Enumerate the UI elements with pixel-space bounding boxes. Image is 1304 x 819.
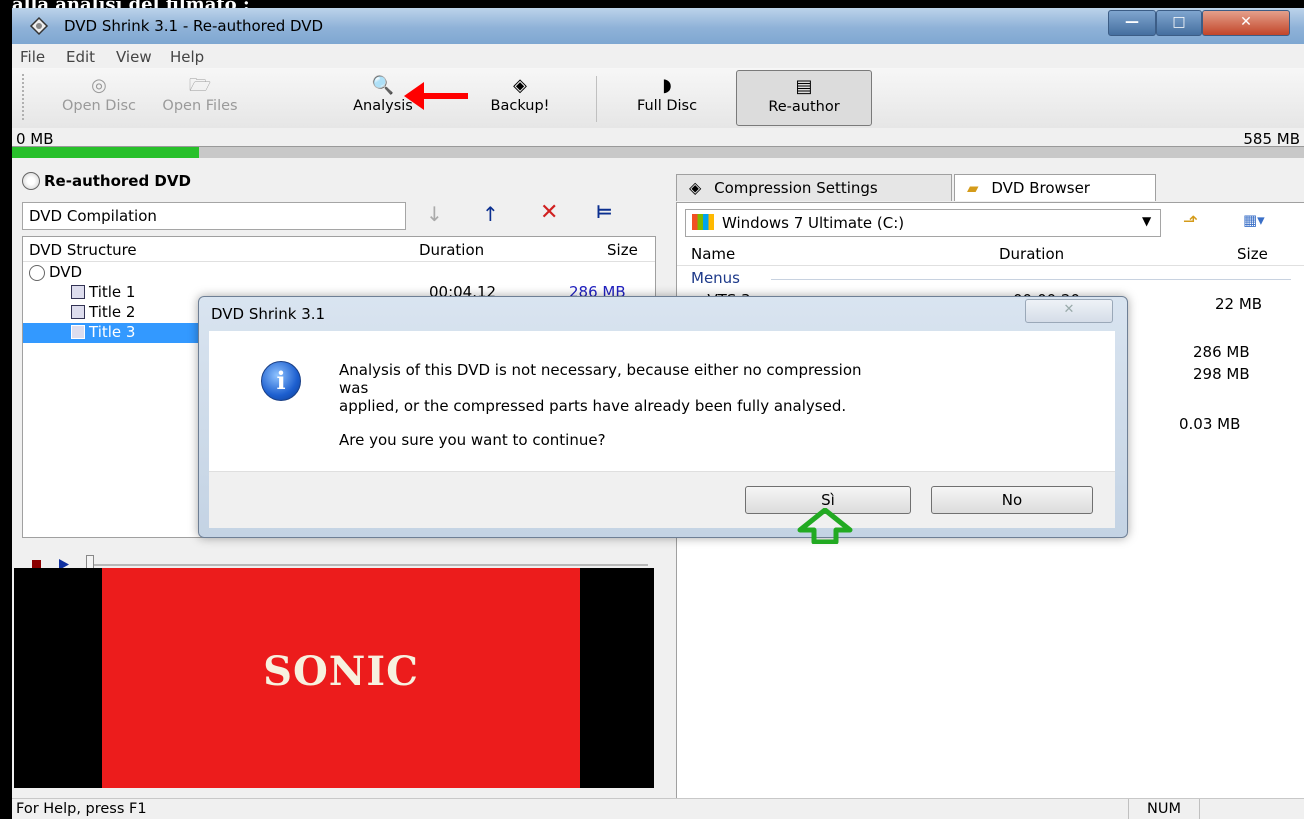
green-arrow-annotation	[797, 508, 853, 544]
menu-view[interactable]: View	[116, 48, 152, 66]
status-num: NUM	[1128, 799, 1200, 819]
minimize-button[interactable]: —	[1108, 10, 1156, 36]
disc-icon: ◎	[91, 75, 107, 96]
col-browser-duration[interactable]: Duration	[999, 245, 1064, 263]
tab-compression-label: Compression Settings	[714, 179, 878, 197]
maximize-button[interactable]: □	[1156, 10, 1202, 36]
title-icon	[71, 285, 85, 299]
open-files-label: Open Files	[162, 98, 238, 114]
seek-track[interactable]	[88, 564, 648, 566]
info-icon: i	[261, 361, 301, 401]
col-name[interactable]: Name	[691, 245, 735, 263]
section-title: Re-authored DVD	[44, 172, 191, 190]
dialog-close-button[interactable]: ✕	[1025, 299, 1113, 323]
dialog-title: DVD Shrink 3.1	[211, 305, 326, 323]
preview-text: SONIC	[263, 648, 419, 695]
title-1-name: Title 1	[89, 283, 136, 301]
dialog-question: Are you sure you want to continue?	[339, 431, 606, 449]
tree-root-label: DVD	[49, 263, 83, 281]
folder-icon: ▰	[967, 179, 979, 197]
compression-icon: ◈	[689, 178, 702, 197]
compilation-name-value: DVD Compilation	[29, 207, 157, 225]
title-icon	[71, 305, 85, 319]
title-2-name: Title 2	[89, 303, 136, 321]
drive-icon	[692, 214, 714, 230]
toolbar-grip	[22, 74, 26, 120]
tab-dvd-browser-label: DVD Browser	[991, 179, 1090, 197]
re-author-icon: ▤	[795, 76, 813, 97]
col-size[interactable]: Size	[607, 241, 638, 259]
preview-frame: SONIC	[102, 568, 580, 788]
dialog-message-line3: applied, or the compressed parts have al…	[339, 397, 847, 415]
move-down-icon[interactable]: ↓	[426, 202, 443, 226]
disc-size-progress	[12, 146, 1304, 158]
shrink-icon: ◈	[513, 75, 527, 96]
re-author-label: Re-author	[768, 99, 840, 115]
tab-compression-settings[interactable]: ◈ Compression Settings	[676, 174, 952, 201]
compact-icon[interactable]: ⊨	[596, 202, 612, 223]
delete-icon[interactable]: ✕	[540, 200, 558, 225]
no-button[interactable]: No	[931, 486, 1093, 514]
folder-icon: 🗁	[188, 75, 212, 96]
dialog-message-line2: was	[339, 379, 369, 397]
up-folder-icon[interactable]: ⬏	[1183, 211, 1198, 232]
dvd-icon	[22, 172, 40, 190]
size-value-1: 22 MB	[1215, 295, 1263, 313]
dvd-root-icon	[29, 265, 45, 281]
col-browser-size[interactable]: Size	[1237, 245, 1268, 263]
status-bar: For Help, press F1 NUM	[12, 798, 1304, 819]
title-bar: DVD Shrink 3.1 - Re-authored DVD — □ ✕	[12, 8, 1304, 44]
toolbar-separator	[596, 76, 597, 122]
tree-root[interactable]: DVD	[23, 263, 655, 283]
title-3-name: Title 3	[89, 323, 136, 341]
group-divider	[771, 279, 1291, 280]
drive-select[interactable]: Windows 7 Ultimate (C:) ▼	[685, 209, 1161, 237]
open-disc-button[interactable]: ◎ Open Disc	[52, 68, 146, 126]
browser-list-header: Name Duration Size	[677, 241, 1304, 266]
dialog-footer: Sì No	[209, 471, 1115, 528]
title-icon	[71, 325, 85, 339]
re-author-button[interactable]: ▤ Re-author	[736, 70, 872, 126]
chevron-down-icon: ▼	[1142, 214, 1152, 228]
app-icon	[29, 16, 49, 36]
window-title: DVD Shrink 3.1 - Re-authored DVD	[64, 17, 324, 35]
size-value-4: 0.03 MB	[1179, 415, 1241, 433]
open-files-button[interactable]: 🗁 Open Files	[150, 68, 250, 126]
toolbar: ◎ Open Disc 🗁 Open Files 🔍 Analysis ◈ Ba…	[12, 68, 1304, 128]
menu-help[interactable]: Help	[170, 48, 204, 66]
col-duration[interactable]: Duration	[419, 241, 484, 259]
full-disc-icon: ◗	[662, 75, 672, 96]
group-menus-label: Menus	[691, 269, 740, 287]
backup-button[interactable]: ◈ Backup!	[472, 68, 568, 126]
red-arrow-annotation	[404, 82, 468, 110]
size-value-3: 298 MB	[1193, 365, 1250, 383]
list-header: DVD Structure Duration Size	[23, 237, 655, 262]
compilation-name-input[interactable]: DVD Compilation	[22, 202, 406, 230]
menu-file[interactable]: File	[20, 48, 45, 66]
dialog-body: i Analysis of this DVD is not necessary,…	[209, 331, 1115, 471]
tab-dvd-browser[interactable]: ▰ DVD Browser	[954, 174, 1156, 201]
group-menus: Menus	[691, 269, 1291, 287]
full-disc-label: Full Disc	[636, 98, 698, 114]
menu-bar: File Edit View Help	[12, 44, 1304, 68]
move-up-icon[interactable]: ↑	[482, 202, 499, 226]
close-button[interactable]: ✕	[1202, 10, 1290, 36]
drive-value: Windows 7 Ultimate (C:)	[722, 214, 905, 232]
full-disc-button[interactable]: ◗ Full Disc	[612, 68, 722, 126]
menu-edit[interactable]: Edit	[66, 48, 95, 66]
col-dvd-structure[interactable]: DVD Structure	[29, 241, 137, 259]
view-options-icon[interactable]: ▦▾	[1243, 211, 1265, 229]
re-author-inner: ▤ Re-author	[737, 69, 871, 127]
size-value-2: 286 MB	[1193, 343, 1250, 361]
open-disc-label: Open Disc	[61, 98, 137, 114]
dialog-message-line1: Analysis of this DVD is not necessary, b…	[339, 361, 862, 379]
status-help: For Help, press F1	[16, 801, 147, 817]
confirm-dialog: DVD Shrink 3.1 ✕ i Analysis of this DVD …	[198, 296, 1128, 538]
disc-size-progress-fill	[12, 147, 200, 158]
video-preview: SONIC	[14, 568, 654, 788]
backup-label: Backup!	[490, 98, 550, 114]
